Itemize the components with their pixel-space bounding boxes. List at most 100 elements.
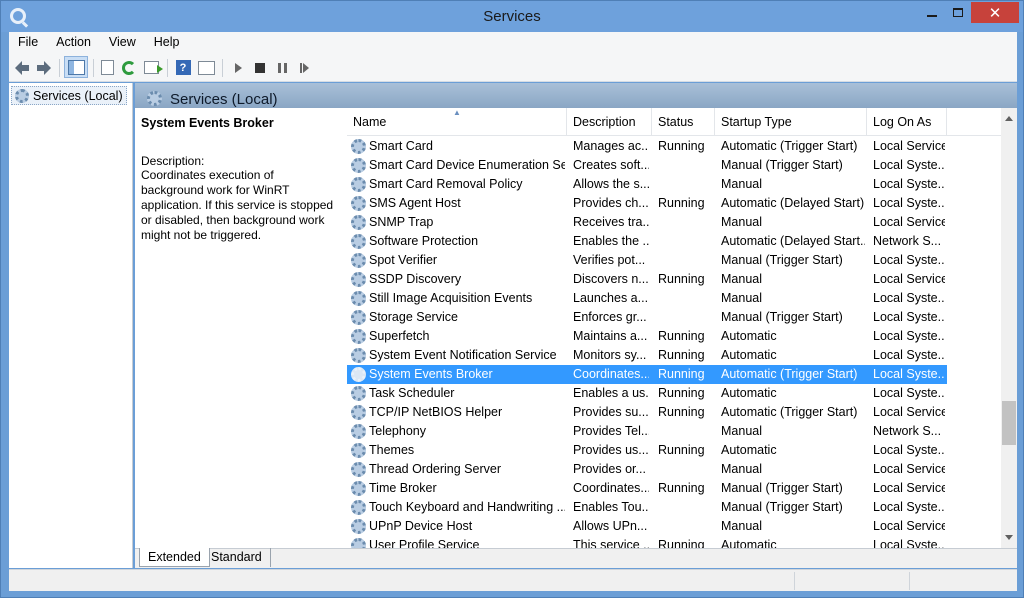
export-button[interactable] [141, 58, 163, 77]
menu-file[interactable]: File [9, 32, 47, 53]
maximize-button[interactable] [945, 2, 971, 23]
service-log-on-as: Local Syste... [873, 386, 945, 400]
tree-item-services-local[interactable]: Services (Local) [11, 86, 127, 105]
service-startup-type: Manual (Trigger Start) [721, 481, 843, 495]
tab-extended[interactable]: Extended [139, 548, 210, 567]
service-details: System Events Broker Description: Coordi… [135, 108, 343, 548]
service-log-on-as: Local Syste... [873, 538, 945, 548]
service-name: Telephony [369, 424, 426, 438]
service-name: SMS Agent Host [369, 196, 461, 210]
scroll-up-icon[interactable] [1005, 116, 1013, 121]
table-row[interactable]: Telephony Provides Tel... Manual Network S.… [347, 422, 947, 441]
back-button[interactable] [12, 58, 32, 77]
properties-button[interactable] [196, 58, 216, 77]
selected-service-name: System Events Broker [141, 116, 274, 130]
services-list: Name ▲ Description Status Startup Type L… [347, 108, 1001, 548]
properties-icon [197, 60, 215, 75]
service-status [658, 251, 714, 270]
service-description-cell: Allows UPn... [573, 519, 648, 533]
service-gear-icon [351, 405, 366, 420]
table-row[interactable]: Thread Ordering Server Provides or... Manu… [347, 460, 947, 479]
column-header-description[interactable]: Description [567, 108, 652, 136]
forward-arrow-icon [37, 60, 51, 75]
service-log-on-as: Local Syste... [873, 196, 945, 210]
table-row[interactable]: Spot Verifier Verifies pot... Manual (Trig… [347, 251, 947, 270]
start-service-icon [234, 62, 242, 73]
service-log-on-as: Local Service [873, 481, 945, 495]
menu-view[interactable]: View [100, 32, 145, 53]
service-startup-type: Automatic (Delayed Start) [721, 196, 865, 210]
toolbar-separator [167, 59, 168, 77]
table-row[interactable]: Software Protection Enables the ... Automa… [347, 232, 947, 251]
service-status: Running [658, 139, 705, 153]
status-divider [794, 572, 795, 590]
table-row[interactable]: Smart Card Removal Policy Allows the s...… [347, 175, 947, 194]
stop-service-button[interactable] [250, 58, 270, 77]
services-gear-icon [147, 91, 162, 106]
column-header-log-on-as[interactable]: Log On As [867, 108, 947, 136]
restart-service-button[interactable] [294, 58, 314, 77]
console-tree: Services (Local) [9, 83, 133, 568]
service-status [658, 460, 714, 479]
table-row[interactable]: UPnP Device Host Allows UPn... Manual Local… [347, 517, 947, 536]
service-startup-type: Manual (Trigger Start) [721, 253, 843, 267]
minimize-button[interactable] [919, 2, 945, 23]
table-row[interactable]: Task Scheduler Enables a us... Running Auto… [347, 384, 947, 403]
service-log-on-as: Local Syste... [873, 329, 945, 343]
table-row[interactable]: Touch Keyboard and Handwriting ... Enable… [347, 498, 947, 517]
column-header-startup-type[interactable]: Startup Type [715, 108, 867, 136]
service-startup-type: Manual [721, 291, 762, 305]
table-row[interactable]: User Profile Service This service ... Runn… [347, 536, 947, 548]
table-row[interactable]: System Event Notification Service Monitor… [347, 346, 947, 365]
close-button[interactable]: ✕ [971, 2, 1019, 23]
table-row[interactable]: System Events Broker Coordinates... Runnin… [347, 365, 947, 384]
pause-service-button[interactable] [272, 58, 292, 77]
table-row[interactable]: SSDP Discovery Discovers n... Running Manua… [347, 270, 947, 289]
service-startup-type: Manual (Trigger Start) [721, 310, 843, 324]
service-log-on-as: Local Syste... [873, 177, 945, 191]
window-title: Services [483, 8, 541, 25]
tab-standard[interactable]: Standard [203, 548, 271, 567]
start-service-button[interactable] [228, 58, 248, 77]
table-row[interactable]: Smart Card Manages ac... Running Automatic … [347, 137, 947, 156]
table-row[interactable]: Time Broker Coordinates... Running Manual (… [347, 479, 947, 498]
services-window: Services ✕ File Action View Help ? Servi… [0, 0, 1024, 598]
column-header-name[interactable]: Name ▲ [347, 108, 567, 136]
service-name: Smart Card [369, 139, 433, 153]
service-log-on-as: Local Service [873, 139, 945, 153]
service-startup-type: Automatic [721, 443, 777, 457]
table-row[interactable]: SMS Agent Host Provides ch... Running Autom… [347, 194, 947, 213]
table-row[interactable]: SNMP Trap Receives tra... Manual Local Serv… [347, 213, 947, 232]
export-icon [143, 61, 163, 74]
service-name: SNMP Trap [369, 215, 434, 229]
column-header-status[interactable]: Status [652, 108, 715, 136]
menu-bar: File Action View Help [9, 32, 1017, 53]
export-list-button[interactable] [97, 58, 117, 77]
service-description: Coordinates execution of background work… [141, 168, 334, 242]
service-status: Running [658, 386, 705, 400]
service-status [658, 156, 714, 175]
table-row[interactable]: Smart Card Device Enumeration Ser... Crea… [347, 156, 947, 175]
back-arrow-icon [15, 60, 29, 75]
table-row[interactable]: TCP/IP NetBIOS Helper Provides su... Runni… [347, 403, 947, 422]
table-row[interactable]: Storage Service Enforces gr... Manual (Tri… [347, 308, 947, 327]
vertical-scrollbar[interactable] [1001, 108, 1017, 548]
refresh-button[interactable] [119, 58, 139, 77]
service-gear-icon [351, 443, 366, 458]
table-row[interactable]: Themes Provides us... Running Automatic Loca… [347, 441, 947, 460]
pane-header: Services (Local) [135, 83, 1017, 108]
scroll-thumb[interactable] [1002, 401, 1016, 445]
title-bar[interactable]: Services ✕ [1, 1, 1023, 32]
forward-button[interactable] [34, 58, 54, 77]
menu-help[interactable]: Help [145, 32, 189, 53]
help-button[interactable]: ? [173, 58, 193, 77]
service-startup-type: Manual [721, 177, 762, 191]
scroll-down-icon[interactable] [1005, 535, 1013, 540]
export-list-icon [100, 60, 114, 75]
menu-action[interactable]: Action [47, 32, 100, 53]
table-row[interactable]: Superfetch Maintains a... Running Automatic… [347, 327, 947, 346]
table-row[interactable]: Still Image Acquisition Events Launches a… [347, 289, 947, 308]
service-startup-type: Automatic [721, 538, 777, 548]
show-hide-tree-button[interactable] [64, 56, 88, 78]
service-log-on-as: Local Syste... [873, 443, 945, 457]
